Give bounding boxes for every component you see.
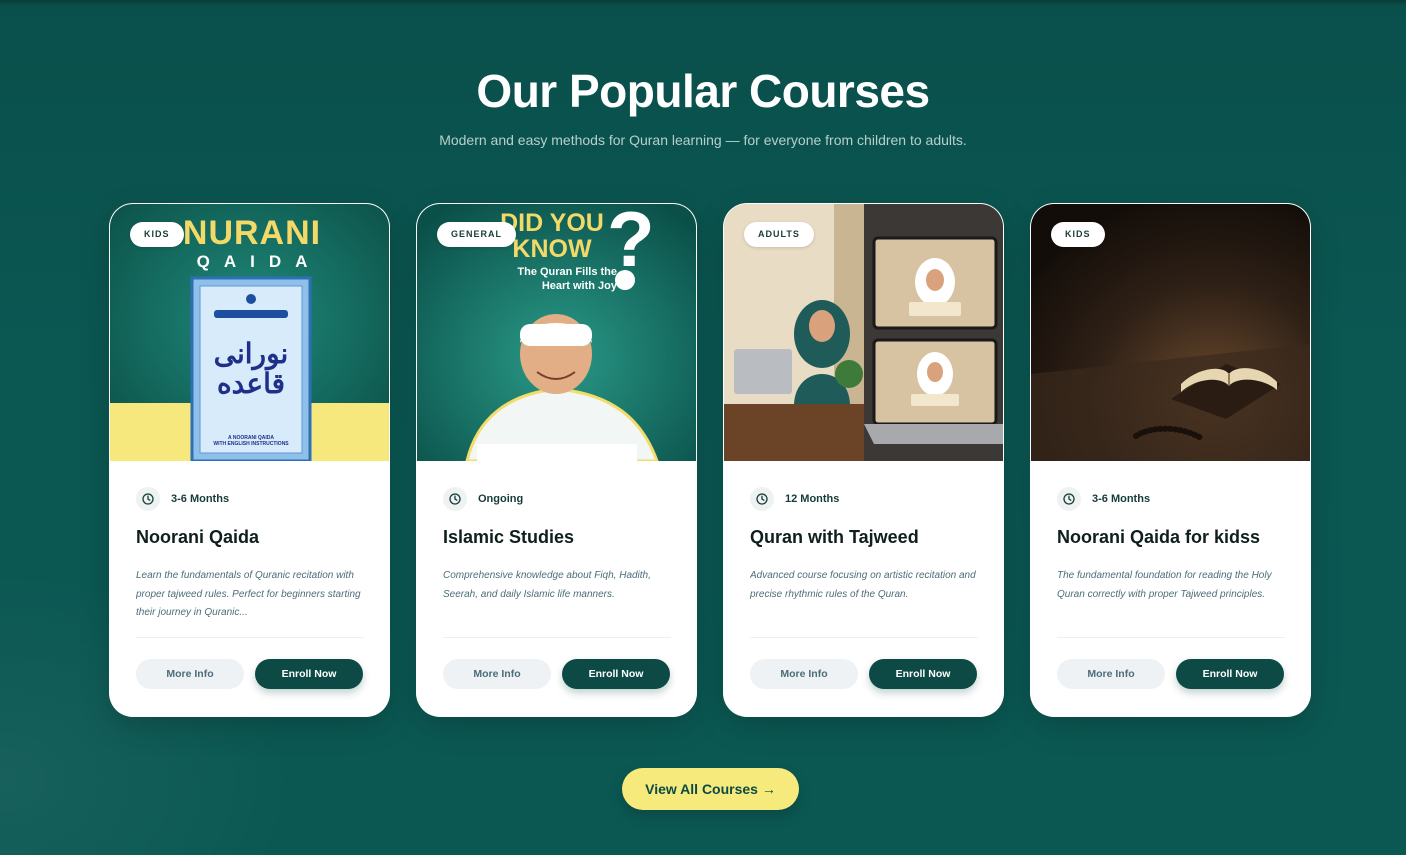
course-card-noorani-qaida-for-kids[interactable]: KIDS 3-6 Months Noorani Qaida for kidss … bbox=[1030, 203, 1311, 717]
course-title: Quran with Tajweed bbox=[750, 527, 919, 547]
book-caption: A NOORANI QAIDA WITH ENGLISH INSTRUCTION… bbox=[200, 435, 302, 447]
duration-meta: 3-6 Months bbox=[136, 487, 229, 511]
more-info-button[interactable]: More Info bbox=[750, 659, 858, 689]
enroll-now-button[interactable]: Enroll Now bbox=[255, 659, 363, 689]
clock-icon bbox=[443, 487, 467, 511]
book-arabic-line2: قاعده bbox=[217, 367, 285, 400]
course-card-noorani-qaida[interactable]: NURANI QAIDA نورانی قاعده A NOORANI QAID… bbox=[109, 203, 390, 717]
category-badge: ADULTS bbox=[744, 222, 814, 247]
more-info-button[interactable]: More Info bbox=[443, 659, 551, 689]
course-title: Islamic Studies bbox=[443, 527, 575, 547]
more-info-button[interactable]: More Info bbox=[1057, 659, 1165, 689]
more-info-button[interactable]: More Info bbox=[136, 659, 244, 689]
duration-text: 3-6 Months bbox=[171, 493, 230, 505]
course-description: Learn the fundamentals of Quranic recita… bbox=[136, 570, 361, 618]
duration-text: 12 Months bbox=[785, 493, 840, 505]
card-divider bbox=[136, 637, 364, 638]
card-divider bbox=[1057, 637, 1285, 638]
course-title: Noorani Qaida for kidss bbox=[1057, 527, 1261, 547]
book-caption-line2: WITH ENGLISH INSTRUCTIONS bbox=[213, 441, 289, 447]
duration-meta: 3-6 Months bbox=[1057, 487, 1150, 511]
course-description: The fundamental foundation for reading t… bbox=[1057, 570, 1272, 600]
enroll-now-button[interactable]: Enroll Now bbox=[869, 659, 977, 689]
enroll-now-button[interactable]: Enroll Now bbox=[562, 659, 670, 689]
course-card-islamic-studies[interactable]: DID YOU KNOW ? The Quran Fills the Heart… bbox=[416, 203, 697, 717]
course-description: Comprehensive knowledge about Fiqh, Hadi… bbox=[443, 570, 651, 600]
image-tagline: The Quran Fills the Heart with Joy bbox=[487, 265, 617, 293]
category-badge: KIDS bbox=[130, 222, 184, 247]
section-title: Our Popular Courses bbox=[476, 65, 930, 117]
clock-icon bbox=[750, 487, 774, 511]
course-card-quran-with-tajweed[interactable]: ADULTS 12 Months Quran with Tajweed Adva… bbox=[723, 203, 1004, 717]
clock-icon bbox=[136, 487, 160, 511]
duration-meta: 12 Months bbox=[750, 487, 839, 511]
section-subtitle: Modern and easy methods for Quran learni… bbox=[439, 132, 967, 148]
card-divider bbox=[750, 637, 978, 638]
image-subheadline: QAIDA bbox=[196, 252, 322, 271]
image-tagline-line2: Heart with Joy bbox=[541, 280, 617, 292]
category-badge: KIDS bbox=[1051, 222, 1105, 247]
book-arabic-title: نورانی قاعده bbox=[200, 339, 302, 399]
image-headline: NURANI bbox=[182, 214, 322, 252]
book-arabic-line1: نورانی bbox=[213, 337, 289, 370]
clock-icon bbox=[1057, 487, 1081, 511]
course-description: Advanced course focusing on artistic rec… bbox=[750, 570, 976, 600]
course-title: Noorani Qaida bbox=[136, 527, 260, 547]
card-divider bbox=[443, 637, 671, 638]
duration-meta: Ongoing bbox=[443, 487, 523, 511]
category-badge: GENERAL bbox=[437, 222, 517, 247]
duration-text: 3-6 Months bbox=[1092, 493, 1151, 505]
view-all-courses-button[interactable]: View All Courses → bbox=[622, 768, 799, 810]
image-tagline-line1: The Quran Fills the bbox=[517, 266, 617, 278]
top-shadow bbox=[0, 0, 1406, 6]
duration-text: Ongoing bbox=[478, 493, 524, 505]
enroll-now-button[interactable]: Enroll Now bbox=[1176, 659, 1284, 689]
